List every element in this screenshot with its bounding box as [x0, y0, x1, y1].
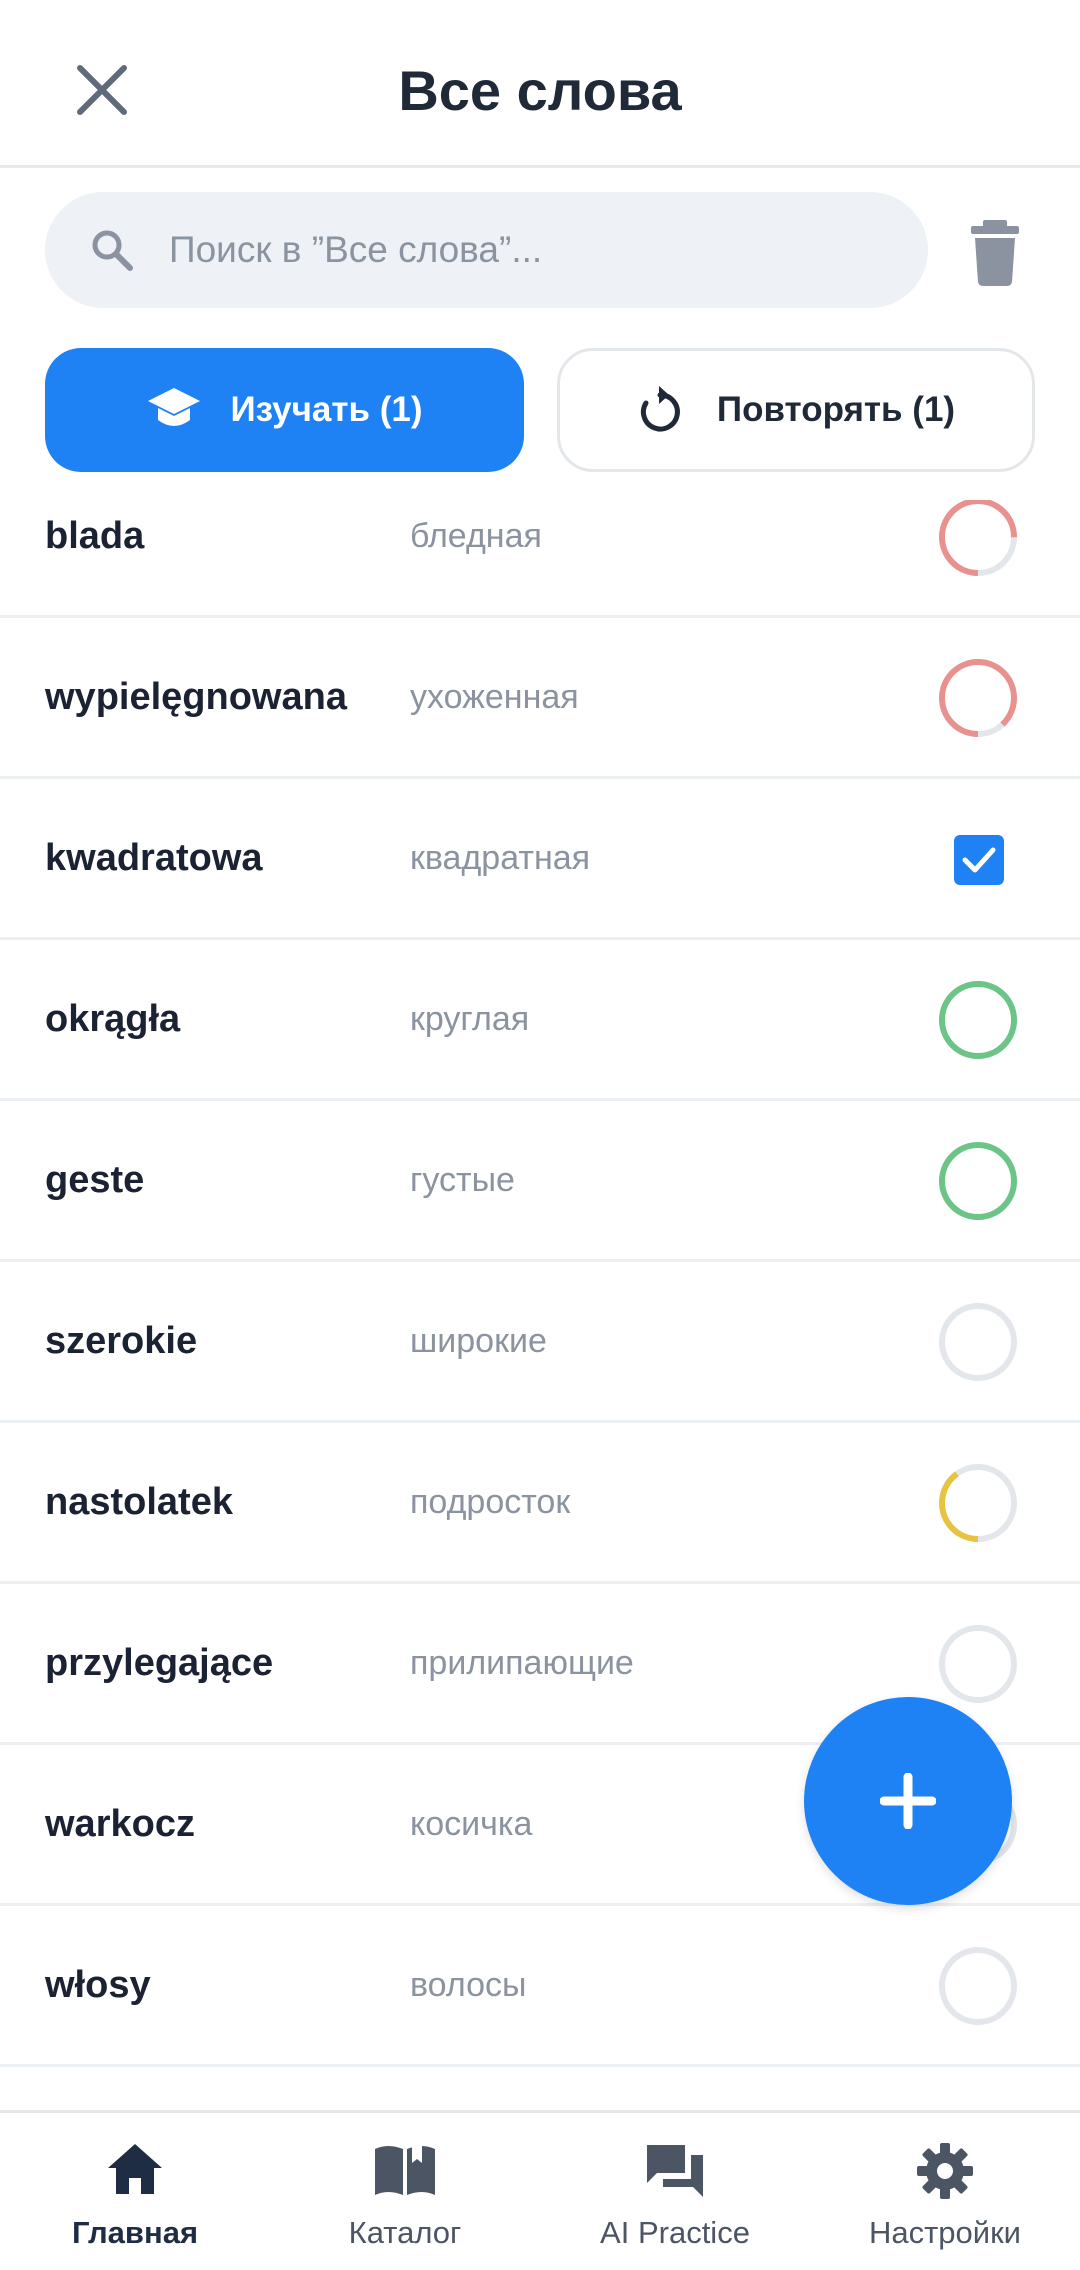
- book-icon: [375, 2141, 435, 2195]
- nav-item-catalog[interactable]: Каталог: [270, 2113, 540, 2270]
- progress-ring[interactable]: [938, 1463, 1018, 1543]
- nav-item-ai-practice[interactable]: AI Practice: [540, 2113, 810, 2270]
- word-row[interactable]: nastolatek подросток: [0, 1423, 1080, 1584]
- word-text: nastolatek: [45, 1481, 233, 1523]
- progress-ring[interactable]: [938, 500, 1018, 577]
- word-translation: квадратная: [410, 839, 591, 877]
- progress-arc: [939, 1142, 1017, 1220]
- add-word-button[interactable]: [804, 1697, 1012, 1905]
- progress-ring[interactable]: [938, 980, 1018, 1060]
- word-text: kwadratowa: [45, 837, 263, 879]
- word-row[interactable]: geste густые: [0, 1101, 1080, 1262]
- word-translation: густые: [410, 1161, 515, 1199]
- nav-item-home[interactable]: Главная: [0, 2113, 270, 2270]
- nav-label-ai-practice: AI Practice: [600, 2215, 750, 2250]
- word-text: warkocz: [45, 1803, 195, 1845]
- word-row[interactable]: kwadratowa квадратная: [0, 779, 1080, 940]
- refresh-icon: [640, 386, 680, 432]
- review-button-label: Повторять (1): [716, 390, 956, 429]
- header: Все слова: [0, 0, 1080, 168]
- word-translation: круглая: [410, 1000, 530, 1038]
- search-icon: [92, 230, 133, 271]
- progress-track: [939, 1303, 1017, 1381]
- word-row[interactable]: wypielęgnowana ухоженная: [0, 618, 1080, 779]
- progress-track: [939, 1947, 1017, 2025]
- word-translation: ухоженная: [410, 678, 579, 716]
- word-row[interactable]: szerokie широкие: [0, 1262, 1080, 1423]
- word-text: wypielęgnowana: [45, 676, 347, 718]
- word-row[interactable]: włosy волосы: [0, 1906, 1080, 2067]
- learn-button[interactable]: Изучать (1): [45, 348, 524, 472]
- search-input[interactable]: [169, 192, 889, 308]
- word-row[interactable]: blada бледная: [0, 500, 1080, 618]
- word-translation: широкие: [410, 1322, 547, 1360]
- nav-label-settings: Настройки: [868, 2215, 1021, 2250]
- word-translation: косичка: [410, 1805, 533, 1843]
- word-text: geste: [45, 1159, 145, 1201]
- word-text: przylegające: [45, 1642, 274, 1684]
- word-translation: волосы: [410, 1966, 527, 2004]
- graduation-cap-icon: [148, 388, 201, 426]
- progress-ring[interactable]: [938, 1302, 1018, 1382]
- bottom-navigation: Главная Каталог AI Practice Настройки: [0, 2110, 1080, 2270]
- progress-ring[interactable]: [938, 1141, 1018, 1221]
- word-translation: бледная: [410, 517, 542, 555]
- trash-icon: [971, 220, 1019, 286]
- search-bar[interactable]: [45, 192, 928, 308]
- delete-button[interactable]: [965, 218, 1025, 288]
- chat-icon: [647, 2145, 703, 2197]
- checkmark-icon: [962, 847, 996, 873]
- word-text: okrągła: [45, 998, 181, 1040]
- progress-ring[interactable]: [938, 1946, 1018, 2026]
- nav-item-settings[interactable]: Настройки: [810, 2113, 1080, 2270]
- learned-checkbox[interactable]: [954, 835, 1004, 885]
- word-text: włosy: [45, 1964, 151, 2006]
- home-icon: [108, 2144, 162, 2194]
- plus-icon: [880, 1773, 936, 1829]
- word-translation: прилипающие: [410, 1644, 634, 1682]
- word-text: szerokie: [45, 1320, 198, 1362]
- progress-track: [939, 1625, 1017, 1703]
- word-translation: подросток: [410, 1483, 571, 1521]
- progress-arc: [939, 981, 1017, 1059]
- nav-label-home: Главная: [71, 2215, 199, 2250]
- review-button[interactable]: Повторять (1): [557, 348, 1035, 472]
- nav-label-catalog: Каталог: [348, 2215, 462, 2250]
- page-title: Все слова: [398, 59, 682, 122]
- progress-ring[interactable]: [938, 658, 1018, 738]
- progress-arc: [939, 659, 1017, 737]
- word-row[interactable]: okrągła круглая: [0, 940, 1080, 1101]
- progress-ring[interactable]: [938, 1624, 1018, 1704]
- word-text: blada: [45, 515, 145, 557]
- learn-button-label: Изучать (1): [230, 390, 423, 429]
- gear-icon: [917, 2143, 973, 2199]
